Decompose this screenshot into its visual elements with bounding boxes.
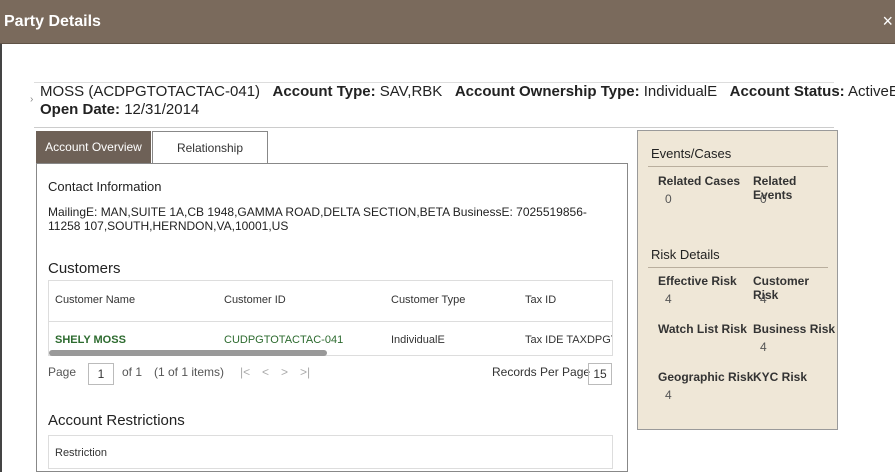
first-page-icon[interactable]: |< — [240, 365, 250, 379]
column-customer-name[interactable]: Customer Name — [55, 294, 135, 306]
open-date-value: 12/31/2014 — [124, 101, 200, 118]
account-type-value: SAV,RBK — [379, 83, 443, 100]
account-status-value: ActiveE — [848, 83, 895, 100]
page-label: Page — [48, 365, 77, 379]
kyc-risk-label: KYC Risk — [753, 370, 808, 384]
account-status-label: Account Status: — [729, 83, 845, 100]
close-icon[interactable]: × — [882, 11, 893, 32]
geographic-risk-value: 4 — [665, 388, 672, 402]
watch-list-risk-label: Watch List Risk — [658, 322, 747, 336]
effective-risk-label: Effective Risk — [658, 274, 737, 288]
chevron-right-icon[interactable]: › — [30, 94, 33, 105]
account-overview-panel: Contact Information MailingE: MAN,SUITE … — [36, 163, 628, 472]
page-number-input[interactable]: 1 — [88, 363, 114, 385]
account-summary-line: MOSS (ACDPGTOTACTAC-041) Account Type: S… — [40, 83, 895, 100]
account-restrictions-title: Account Restrictions — [48, 412, 185, 429]
tax-id-cell: Tax IDE TAXDPGT — [525, 334, 613, 346]
ownership-type-label: Account Ownership Type: — [454, 83, 640, 100]
business-risk-label: Business Risk — [753, 322, 836, 336]
column-restriction[interactable]: Restriction — [55, 447, 107, 459]
column-customer-id[interactable]: Customer ID — [224, 294, 286, 306]
divider — [648, 166, 828, 167]
party-name: MOSS (ACDPGTOTACTAC-041) — [40, 83, 261, 100]
customer-type-cell: IndividualE — [391, 334, 445, 346]
column-customer-type[interactable]: Customer Type — [391, 294, 465, 306]
column-tax-id[interactable]: Tax ID — [525, 294, 556, 306]
risk-details-title: Risk Details — [651, 247, 720, 262]
divider — [648, 267, 828, 268]
account-type-label: Account Type: — [272, 83, 376, 100]
customer-risk-value: 4 — [760, 292, 767, 306]
related-cases-label: Related Cases — [658, 174, 741, 188]
tab-account-overview[interactable]: Account Overview — [36, 131, 151, 163]
dialog-title: Party Details — [4, 13, 101, 30]
customers-title: Customers — [48, 260, 121, 277]
items-count: (1 of 1 items) — [154, 365, 225, 379]
related-cases-value[interactable]: 0 — [665, 192, 672, 206]
records-per-page-select[interactable]: 15 — [588, 363, 612, 385]
table-header: Customer Name Customer ID Customer Type … — [49, 281, 612, 322]
related-events-value[interactable]: 0 — [760, 192, 767, 206]
next-page-icon[interactable]: > — [281, 365, 288, 379]
page-count: of 1 — [122, 365, 143, 379]
contact-information-text: MailingE: MAN,SUITE 1A,CB 1948,GAMMA ROA… — [48, 205, 587, 233]
prev-page-icon[interactable]: < — [262, 365, 269, 379]
effective-risk-value: 4 — [665, 292, 672, 306]
customers-table: Customer Name Customer ID Customer Type … — [48, 280, 613, 356]
pagination-bar: Page 1 of 1 (1 of 1 items) |< < > >| Rec… — [48, 363, 613, 387]
geographic-risk-label: Geographic Risk — [658, 370, 754, 384]
open-date-label: Open Date: — [40, 101, 121, 118]
events-cases-title: Events/Cases — [651, 146, 732, 161]
tab-relationship[interactable]: Relationship — [152, 131, 268, 163]
last-page-icon[interactable]: >| — [300, 365, 310, 379]
customer-id-link[interactable]: CUDPGTOTACTAC-041 — [224, 334, 343, 346]
dialog-titlebar: Party Details × — [0, 0, 895, 44]
ownership-type-value: IndividualE — [643, 83, 718, 100]
side-summary-panel: Events/Cases Related Cases 0 Related Eve… — [637, 130, 838, 430]
records-per-page-label: Records Per Page — [492, 365, 591, 379]
open-date-line: Open Date: 12/31/2014 — [40, 101, 199, 118]
horizontal-scrollbar[interactable] — [49, 350, 327, 356]
contact-information-title: Contact Information — [48, 179, 162, 194]
business-risk-value: 4 — [760, 340, 767, 354]
customer-name-link[interactable]: SHELY MOSS — [55, 334, 126, 346]
restrictions-table: Restriction — [48, 435, 613, 469]
